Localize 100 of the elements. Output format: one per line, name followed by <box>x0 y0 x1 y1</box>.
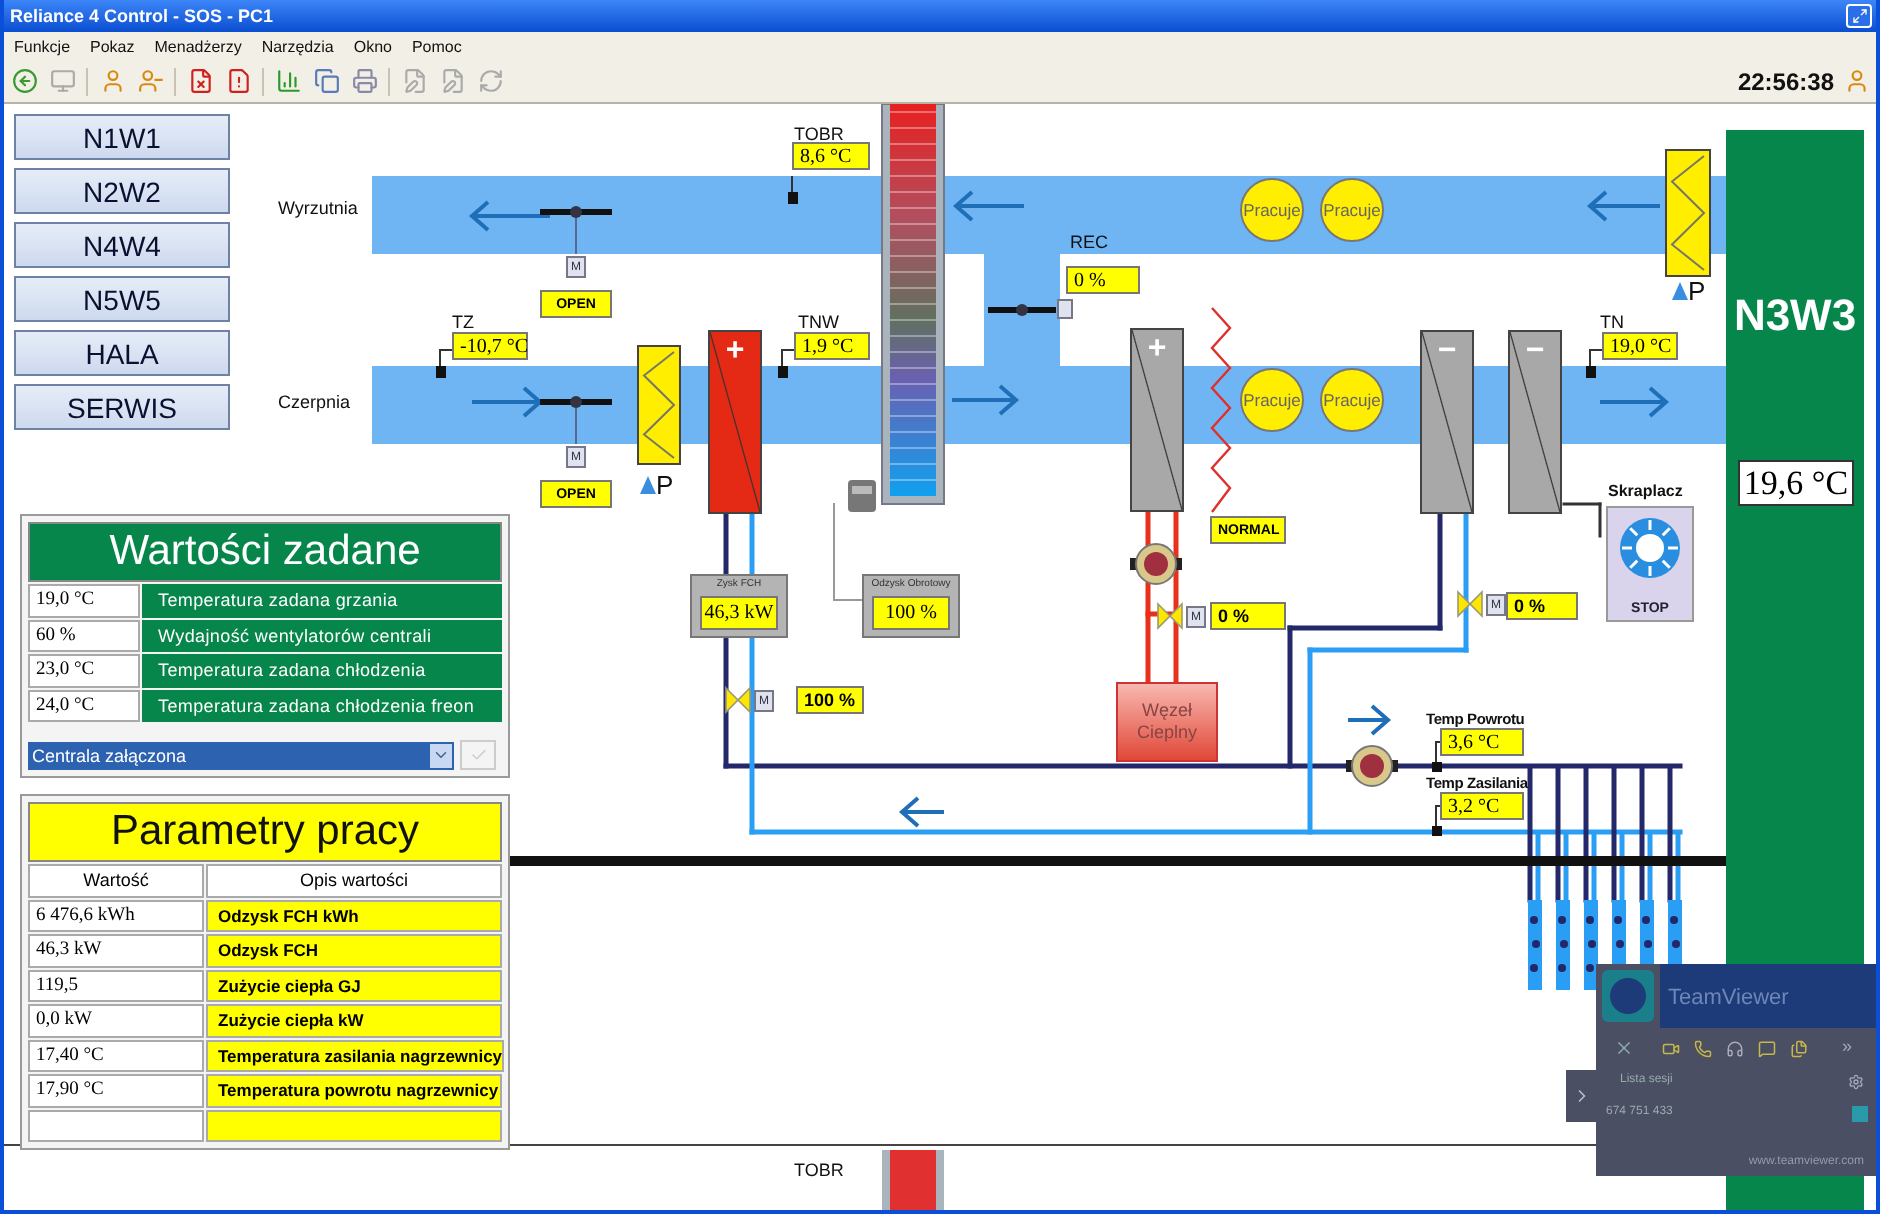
fan-icon <box>1618 516 1682 580</box>
flow-arrow <box>898 796 944 828</box>
table-cell: Temperatura zasilania nagrzewnicy <box>206 1039 505 1072</box>
filter-drawing <box>1665 149 1711 277</box>
menu-item[interactable]: Narzędzia <box>261 37 334 55</box>
toolbar-button[interactable] <box>98 67 126 95</box>
meter-value: 100 % <box>872 596 950 630</box>
flow-arrow <box>952 190 1024 222</box>
radiator-icon <box>1528 900 1542 990</box>
nav-button[interactable]: HALA <box>14 330 230 376</box>
mode-dropdown[interactable]: Centrala załączona <box>28 741 454 769</box>
menu-item[interactable]: Menadżerzy <box>154 37 242 55</box>
files-icon[interactable] <box>1790 1040 1808 1058</box>
headset-icon[interactable] <box>1726 1040 1744 1058</box>
pressure-label: P <box>1688 276 1706 306</box>
settings-icon[interactable] <box>1848 1074 1864 1090</box>
toolbar-button[interactable] <box>48 67 76 95</box>
restore-button[interactable] <box>1846 4 1872 28</box>
chat-icon[interactable] <box>1758 1040 1776 1058</box>
printer-icon <box>351 68 377 94</box>
panel-title: Wartości zadane <box>28 522 502 582</box>
monitor-icon <box>49 68 75 94</box>
sensor-value: -10,7 °C <box>452 332 528 360</box>
table-cell: Odzysk FCH <box>206 934 502 967</box>
bar-chart-icon <box>275 68 301 94</box>
toolbar-button[interactable] <box>274 67 302 95</box>
damper-icon <box>988 299 1073 319</box>
menu-item[interactable]: Okno <box>353 37 392 55</box>
cooling-coil: − <box>1420 330 1474 514</box>
user-icon[interactable] <box>1844 68 1870 94</box>
sensor-probe-icon <box>1586 349 1603 378</box>
toolbar-button[interactable] <box>476 67 504 95</box>
setpoint-value[interactable]: 23,0 °C <box>28 654 140 687</box>
duct-label: Czerpnia <box>278 392 351 412</box>
sensor-value: 19,0 °C <box>1602 332 1678 360</box>
sensor-probe-icon <box>778 349 795 378</box>
table-cell: 0,0 kW <box>28 1004 204 1037</box>
back-icon <box>11 68 37 94</box>
cable <box>833 503 865 601</box>
heat-node-block: Węzeł Cieplny <box>1116 682 1218 762</box>
menu-item[interactable]: Pomoc <box>411 37 462 55</box>
check-icon <box>469 746 487 764</box>
flow-arrow <box>1586 190 1660 222</box>
pump-icon <box>1130 543 1182 585</box>
toolbar-button[interactable] <box>136 67 164 95</box>
electric-heater-icon <box>1210 307 1232 513</box>
sensor-value: 3,2 °C <box>1440 792 1524 820</box>
toolbar-button[interactable] <box>400 67 428 95</box>
toolbar-button[interactable] <box>10 67 38 95</box>
rotary-heat-exchanger-drawing <box>882 1150 944 1214</box>
radiator-icon <box>1556 900 1570 990</box>
user-icon <box>137 68 163 94</box>
setpoint-value[interactable]: 24,0 °C <box>28 689 140 722</box>
more-button[interactable]: » <box>1842 1036 1853 1056</box>
setpoint-label: Wydajność wentylatorów centrali <box>142 619 502 652</box>
table-cell: Zużycie ciepła GJ <box>206 969 502 1002</box>
window-title: Reliance 4 Control - SOS - PC1 <box>10 6 274 26</box>
document-icon <box>439 68 465 94</box>
heating-coil: + <box>1130 328 1184 512</box>
flow-arrow <box>952 384 1020 416</box>
setpoint-label: Temperatura zadana grzania <box>142 584 502 617</box>
phone-icon[interactable] <box>1694 1040 1712 1058</box>
duct-label: Wyrzutnia <box>278 198 358 218</box>
panel-toggle-tab[interactable] <box>1566 1070 1598 1122</box>
setpoint-value[interactable]: 19,0 °C <box>28 584 140 617</box>
menu-item[interactable]: Funkcje <box>14 37 71 55</box>
valve-icon <box>1457 590 1483 618</box>
menu-item[interactable]: Pokaz <box>90 37 135 55</box>
valve-icon <box>1157 602 1183 630</box>
sensor-probe-icon <box>1432 805 1442 836</box>
table-cell: 17,90 °C <box>28 1074 204 1107</box>
table-cell: Temperatura powrotu nagrzewnicy <box>206 1074 502 1107</box>
flow-arrow <box>1348 704 1392 736</box>
zone-label: N3W3 <box>1731 290 1859 342</box>
sensor-label: REC <box>1070 232 1109 252</box>
toolbar-button[interactable] <box>312 67 340 95</box>
document-icon <box>401 68 427 94</box>
valve-value: 0 % <box>1506 592 1578 620</box>
nav-button[interactable]: N1W1 <box>14 114 230 160</box>
nav-button[interactable]: N2W2 <box>14 168 230 214</box>
close-icon[interactable] <box>1614 1038 1634 1058</box>
video-icon[interactable] <box>1662 1040 1680 1058</box>
table-cell: 119,5 <box>28 969 204 1002</box>
pressure-label: P <box>656 470 674 500</box>
valve-value: 100 % <box>796 686 864 714</box>
nav-button[interactable]: SERWIS <box>14 384 230 430</box>
toolbar-button[interactable] <box>350 67 378 95</box>
setpoint-value[interactable]: 60 % <box>28 619 140 652</box>
refresh-icon <box>477 68 503 94</box>
sensor-probe-icon <box>1432 741 1442 772</box>
flow-arrow <box>1600 386 1670 418</box>
flow-arrow <box>472 386 544 418</box>
nav-button[interactable]: N4W4 <box>14 222 230 268</box>
toolbar-button[interactable] <box>224 67 252 95</box>
nav-button[interactable]: N5W5 <box>14 276 230 322</box>
toolbar-button[interactable] <box>186 67 214 95</box>
triangle-icon <box>1672 282 1688 300</box>
resize-icon <box>1851 8 1867 24</box>
document-icon <box>187 68 213 94</box>
toolbar-button[interactable] <box>438 67 466 95</box>
